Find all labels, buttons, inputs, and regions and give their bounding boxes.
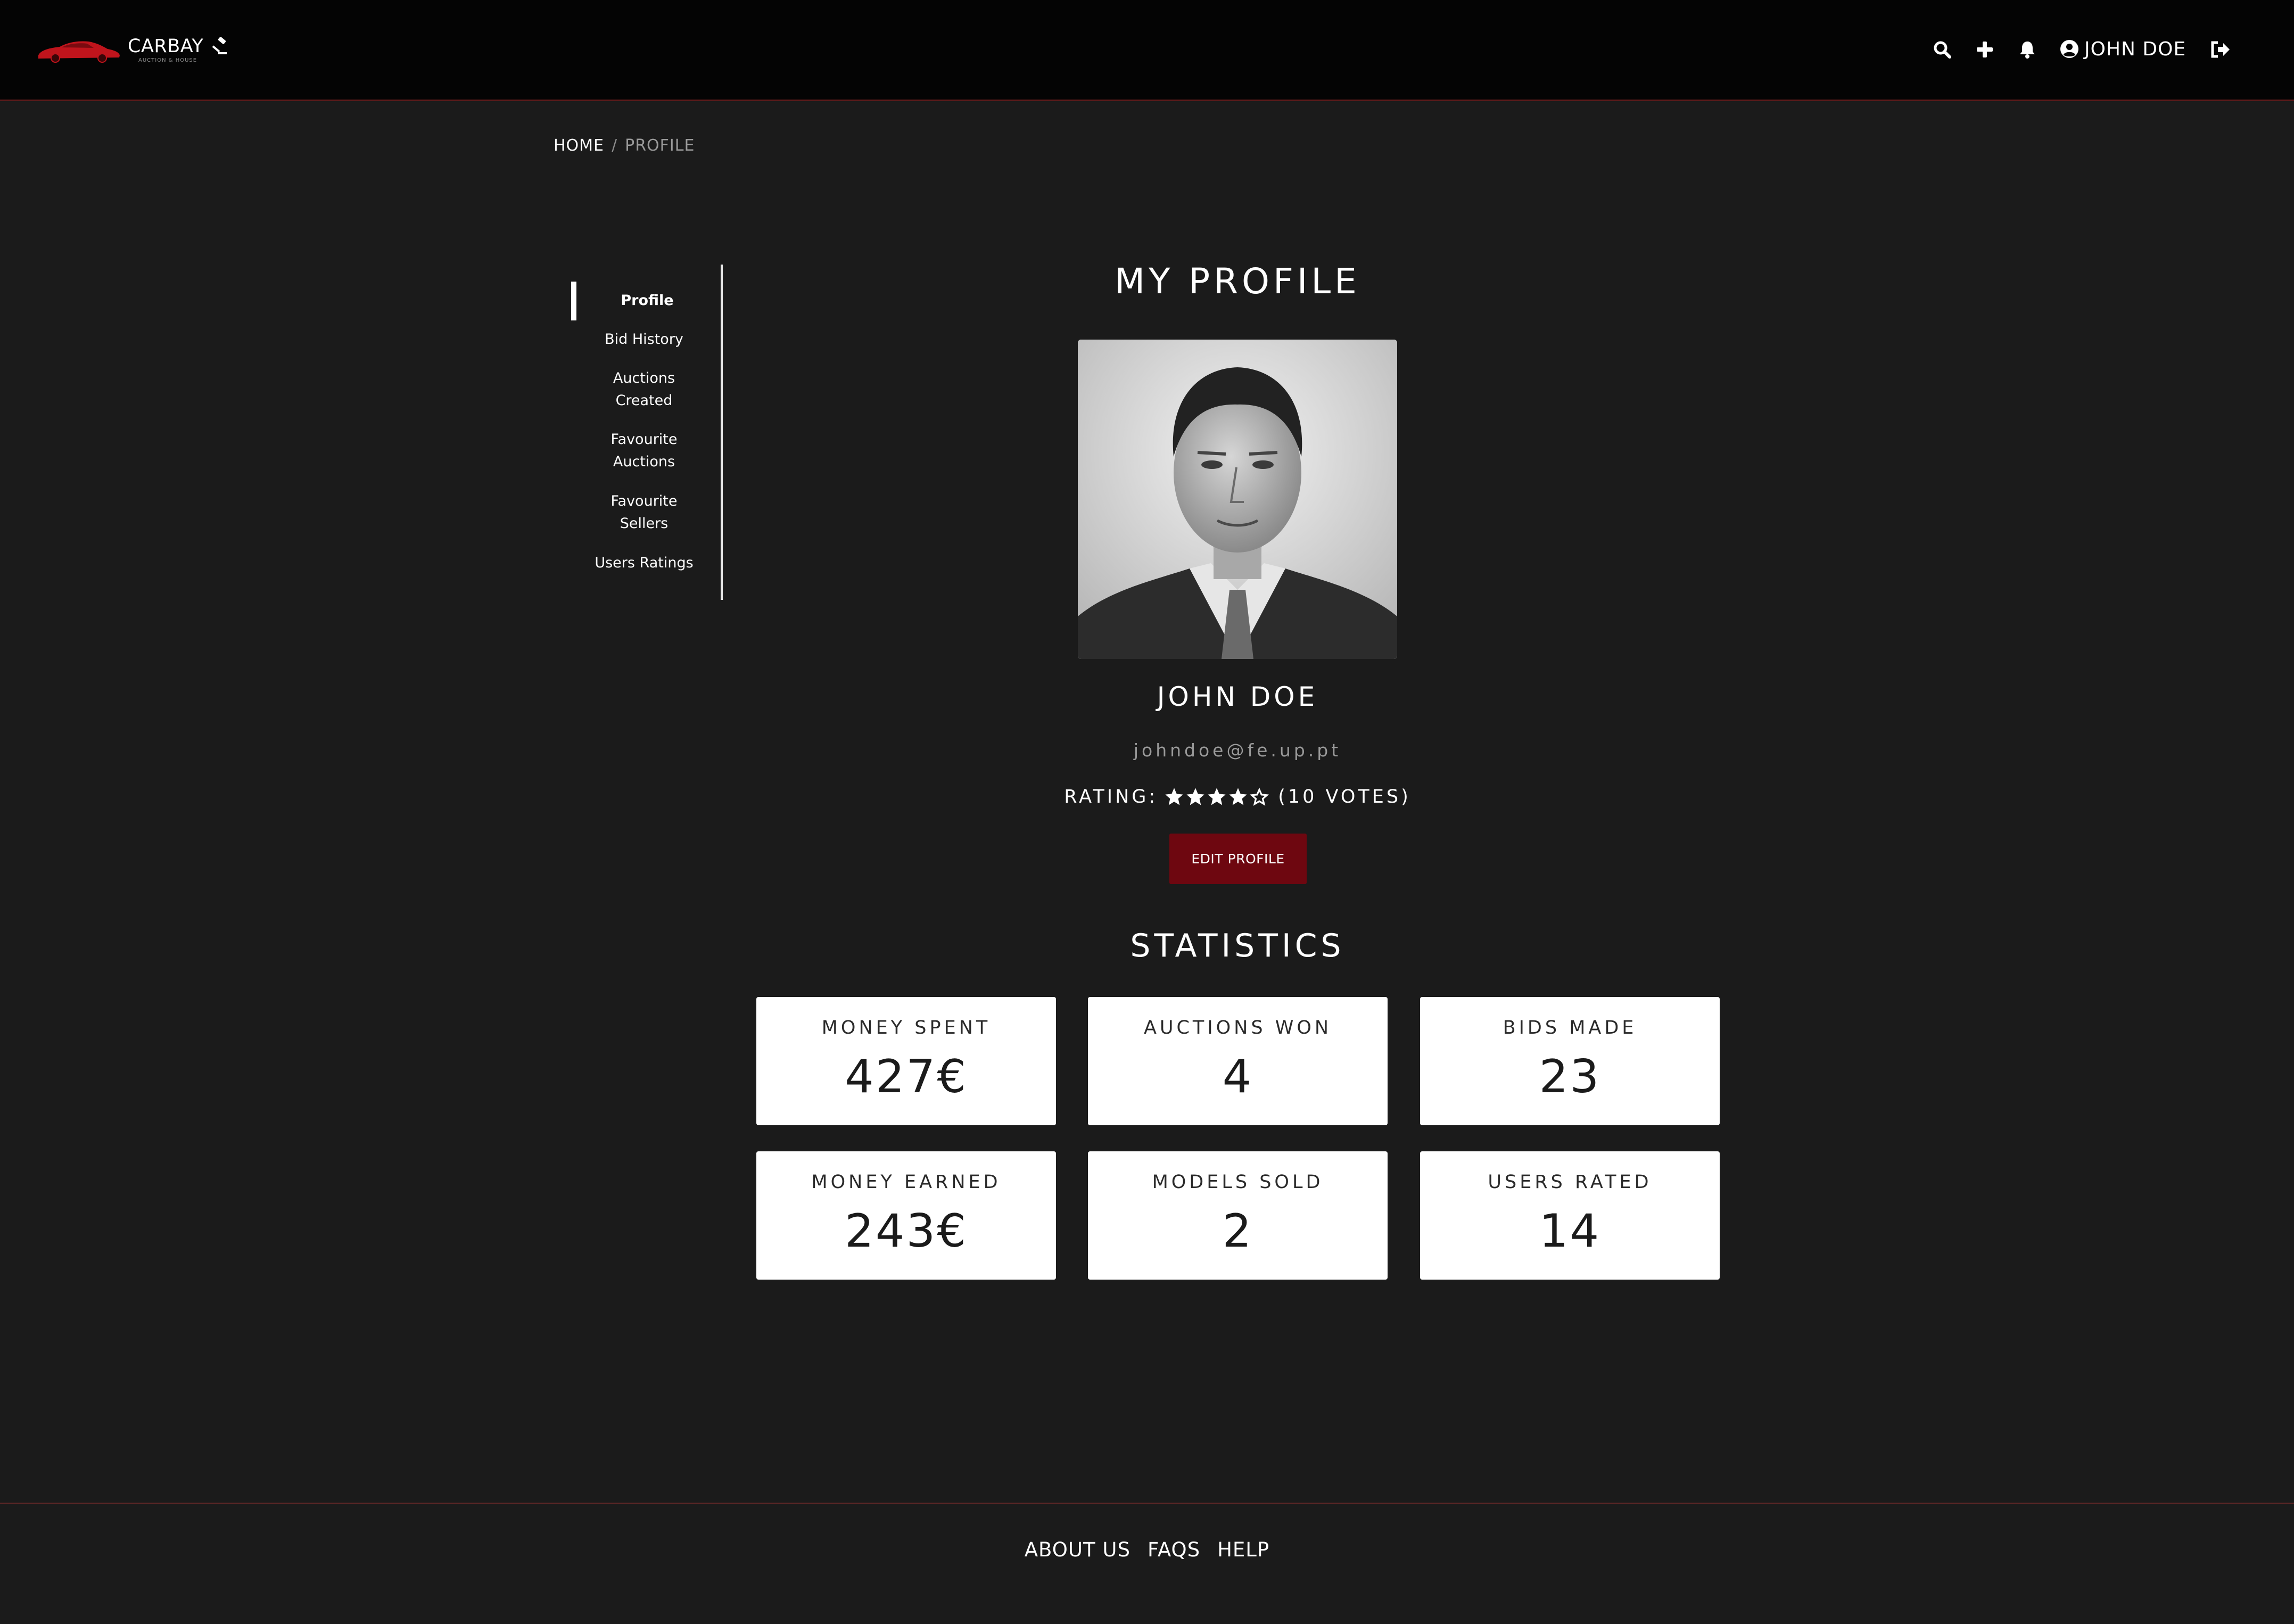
stat-value: 14 — [1539, 1205, 1601, 1258]
sidebar-item-bid-history[interactable]: Bid History — [580, 328, 708, 351]
footer-link-about-us[interactable]: ABOUT US — [1025, 1538, 1131, 1561]
sidebar-item-profile[interactable]: Profile — [583, 290, 711, 312]
footer-link-faqs[interactable]: FAQS — [1148, 1538, 1200, 1561]
active-indicator — [571, 282, 576, 320]
sidebar-item-auctions-created[interactable]: Auctions Created — [601, 367, 687, 412]
stat-value: 243€ — [845, 1205, 968, 1258]
logout-icon[interactable] — [2210, 36, 2231, 63]
sidebar-item-favourite-auctions[interactable]: Favourite Auctions — [601, 428, 687, 473]
brand-name: CARBAY — [128, 36, 204, 57]
stat-label: MONEY SPENT — [821, 1017, 991, 1038]
gavel-icon — [212, 37, 227, 54]
star-filled-icon — [1208, 788, 1226, 805]
user-circle-icon — [2060, 40, 2078, 58]
profile-sidebar: Profile Bid History Auctions Created Fav… — [570, 265, 723, 600]
rating-votes: (10 VOTES) — [1278, 786, 1411, 807]
breadcrumb-home[interactable]: HOME — [554, 136, 604, 155]
stat-label: BIDS MADE — [1503, 1017, 1637, 1038]
stat-value: 4 — [1222, 1050, 1253, 1103]
user-rating: RATING: (10 VOTES) — [937, 784, 1538, 810]
bell-icon[interactable] — [2017, 36, 2038, 63]
profile-email: johndoe@fe.up.pt — [1133, 740, 1342, 761]
footer-link-help[interactable]: HELP — [1217, 1538, 1269, 1561]
page-title: MY PROFILE — [1115, 261, 1360, 302]
rating-label: RATING: — [1064, 786, 1158, 807]
stat-label: AUCTIONS WON — [1143, 1017, 1332, 1038]
stat-card-models-sold: MODELS SOLD 2 — [1088, 1151, 1388, 1280]
star-filled-icon — [1229, 788, 1247, 805]
edit-profile-button[interactable]: EDIT PROFILE — [1169, 834, 1307, 884]
star-filled-icon — [1186, 788, 1204, 805]
stat-label: USERS RATED — [1488, 1172, 1652, 1193]
stat-card-money-earned: MONEY EARNED 243€ — [756, 1151, 1056, 1280]
car-logo-icon — [38, 41, 120, 63]
plus-icon[interactable] — [1974, 36, 1995, 63]
stat-value: 427€ — [845, 1050, 968, 1103]
breadcrumb-separator: / — [612, 136, 618, 155]
user-menu[interactable]: JOHN DOE — [2060, 36, 2186, 62]
statistics-title: STATISTICS — [1130, 927, 1345, 964]
brand-subtitle: AUCTION & HOUSE — [138, 57, 197, 63]
footer: ABOUT US FAQS HELP — [0, 1503, 2294, 1624]
stat-card-auctions-won: AUCTIONS WON 4 — [1088, 997, 1388, 1125]
breadcrumb-current: PROFILE — [625, 136, 695, 155]
star-filled-icon — [1165, 788, 1183, 805]
search-icon[interactable] — [1932, 36, 1953, 63]
sidebar-item-favourite-sellers[interactable]: Favourite Sellers — [601, 490, 687, 535]
stat-card-money-spent: MONEY SPENT 427€ — [756, 997, 1056, 1125]
sidebar-item-users-ratings[interactable]: Users Ratings — [580, 552, 708, 574]
stat-card-users-rated: USERS RATED 14 — [1420, 1151, 1720, 1280]
stat-label: MONEY EARNED — [811, 1172, 1001, 1193]
star-empty-icon — [1250, 787, 1269, 806]
stat-label: MODELS SOLD — [1152, 1172, 1324, 1193]
breadcrumb: HOME / PROFILE — [554, 136, 695, 155]
avatar — [1078, 340, 1397, 659]
stat-card-bids-made: BIDS MADE 23 — [1420, 997, 1720, 1125]
user-name: JOHN DOE — [2084, 38, 2186, 60]
rating-stars — [1164, 787, 1270, 807]
stat-value: 23 — [1539, 1050, 1601, 1103]
footer-links: ABOUT US FAQS HELP — [0, 1538, 2294, 1561]
profile-name: JOHN DOE — [1157, 681, 1318, 712]
top-navbar: CARBAY AUCTION & HOUSE JOHN DOE — [0, 0, 2294, 101]
stat-value: 2 — [1222, 1205, 1253, 1258]
